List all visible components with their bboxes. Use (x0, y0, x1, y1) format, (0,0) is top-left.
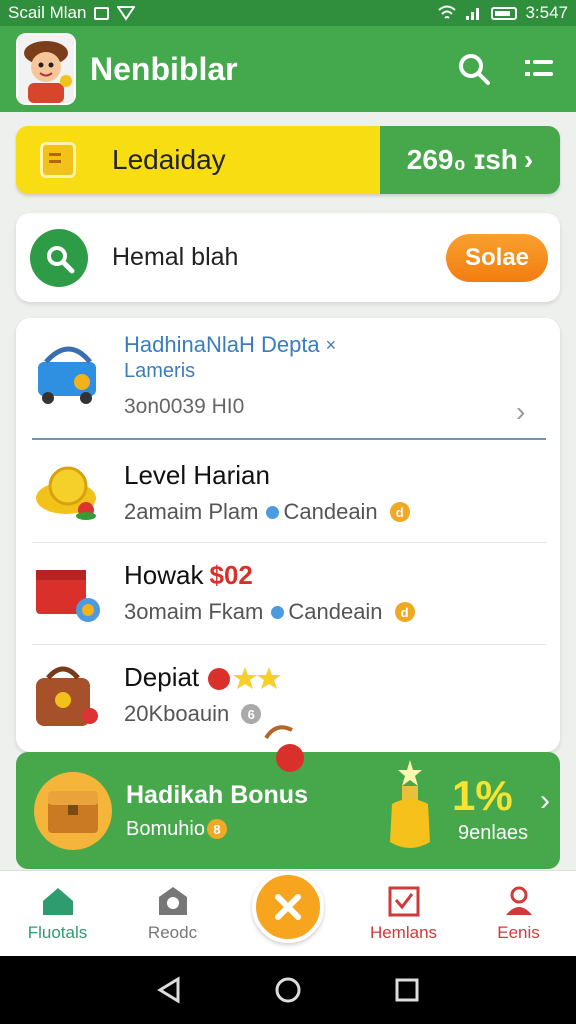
coin-icon: 8 (206, 819, 227, 839)
signal-icon (466, 8, 480, 20)
item-subtitle: Lameris (124, 360, 196, 382)
center-action (230, 871, 346, 956)
divider (32, 644, 546, 645)
list-item[interactable]: Howak $02 3omaim Fkam Candeain d (16, 558, 560, 642)
tab-tasks[interactable]: Hemlans (346, 871, 461, 956)
dot-icon (271, 605, 285, 619)
battery-icon (491, 6, 518, 20)
bonus-subtitle: Bomuhio (126, 817, 205, 840)
chevron-right-icon: › (540, 784, 550, 817)
camera-icon (158, 887, 187, 915)
search-input[interactable]: Hemal blah (112, 243, 238, 272)
apple-stars-icon (208, 666, 282, 690)
search-card: Hemal blah Solae (16, 213, 560, 302)
list-item[interactable]: HadhinaNlaH Depta × Lameris 3on0039 HI0 … (16, 332, 560, 436)
tab-label: Eenis (497, 923, 540, 942)
tab-label: Hemlans (369, 923, 438, 942)
treasure-bag-icon (36, 666, 98, 726)
daily-card[interactable]: Ledaiday 269₀ ɪsh › (16, 126, 560, 194)
item-tag: Candeain (288, 599, 383, 624)
divider (32, 542, 546, 543)
calendar-icon (40, 142, 76, 178)
menu-button[interactable] (520, 49, 560, 89)
item-amount: $02 (209, 560, 253, 590)
basket-icon (38, 346, 96, 404)
potion-icon (390, 760, 430, 848)
search-circle-icon (30, 228, 88, 287)
mission-list: HadhinaNlaH Depta × Lameris 3on0039 HI0 … (16, 318, 560, 752)
app-title: Nenbiblar (90, 50, 238, 87)
shield-icon (117, 6, 136, 21)
character-avatar-icon (18, 35, 74, 103)
item-subtitle: 2amaim Plam (124, 499, 259, 524)
item-subtitle: 20Kboauin (124, 701, 230, 726)
coin-icon: d (389, 502, 410, 522)
divider (32, 438, 546, 440)
item-title: Depiat (124, 662, 200, 692)
app-bar: Nenbiblar (0, 26, 576, 112)
recents-icon[interactable] (394, 977, 420, 1003)
bonus-title: Hadikah Bonus (126, 780, 308, 809)
app-logo (16, 33, 76, 105)
coin-icon: 6 (241, 704, 262, 724)
daily-action-button[interactable]: 269₀ ɪsh › (380, 126, 560, 194)
user-icon (505, 886, 532, 915)
search-button[interactable] (454, 49, 494, 89)
home-icon (42, 888, 73, 915)
back-icon[interactable] (156, 976, 182, 1004)
tab-records[interactable]: Reodc (115, 871, 230, 956)
item-subtitle: 3omaim Fkam (124, 599, 264, 624)
gold-coin-icon (36, 466, 96, 520)
home-circle-icon[interactable] (274, 976, 302, 1004)
item-tag: Candeain (283, 499, 378, 524)
menu-icon (525, 60, 553, 76)
close-icon[interactable]: × (326, 335, 337, 356)
status-bar: Scail Mlan 3:547 (0, 0, 576, 26)
gift-box-icon (36, 570, 100, 622)
chest-icon (34, 771, 112, 850)
bonus-percent: 1% (452, 772, 513, 819)
item-meta: 3on0039 HI0 (124, 395, 245, 418)
bonus-percent-label: 9enlaes (458, 822, 529, 844)
list-item[interactable]: Level Harian 2amaim Plam Candeain d (16, 458, 560, 542)
solve-button[interactable]: Solae (446, 233, 548, 282)
carrier-text: Scail Mlan (8, 3, 87, 22)
daily-label: Ledaiday (112, 144, 226, 175)
fab-close-button[interactable] (252, 871, 324, 943)
tab-profile[interactable]: Eenis (461, 871, 576, 956)
tab-label: Reodc (147, 923, 198, 942)
bottom-nav: Fluotals Reodc Hemlans Eenis (0, 870, 576, 956)
system-nav-bar (0, 956, 576, 1024)
item-title: Level Harian (124, 460, 270, 490)
chevron-right-icon: › (523, 144, 534, 175)
clock: 3:547 (525, 3, 568, 22)
notification-icon (94, 6, 110, 20)
checklist-icon (388, 886, 419, 917)
search-icon (459, 54, 490, 85)
close-icon (275, 894, 301, 920)
tab-home[interactable]: Fluotals (0, 871, 115, 956)
item-title: Howak (124, 560, 204, 590)
daily-action-text: 269₀ ɪsh (406, 144, 518, 175)
coin-icon: d (394, 602, 415, 622)
item-title: HadhinaNlaH Depta (124, 332, 320, 357)
wifi-icon (438, 5, 457, 19)
chevron-right-icon[interactable]: › (516, 396, 525, 428)
apple-icon (264, 725, 304, 772)
tab-label: Fluotals (27, 923, 88, 942)
dot-icon (266, 505, 280, 519)
